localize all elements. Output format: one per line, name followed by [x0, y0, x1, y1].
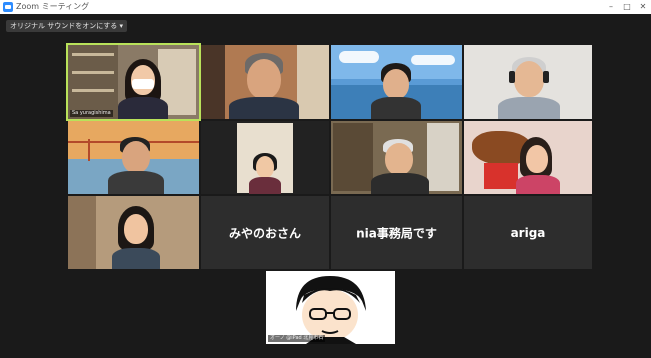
- participant-name: Sa yuragishima: [70, 110, 113, 117]
- cartoon-avatar-icon: [266, 271, 395, 344]
- video-tile-2[interactable]: [201, 45, 329, 119]
- video-tile-9[interactable]: [68, 196, 199, 269]
- video-tile-1[interactable]: Sa yuragishima: [68, 45, 199, 119]
- bookshelf: [68, 45, 118, 119]
- maximize-button[interactable]: □: [620, 1, 634, 13]
- video-tile-5[interactable]: [68, 121, 199, 194]
- minimize-button[interactable]: –: [604, 1, 618, 13]
- participant-name: ariga: [510, 225, 546, 240]
- zoom-logo-icon: [3, 2, 13, 12]
- original-sound-toggle[interactable]: オリジナル サウンドをオンにする ▾: [6, 20, 128, 32]
- headset-icon: [509, 71, 515, 83]
- participant-name: nia事務局です: [356, 226, 437, 240]
- video-tile-avatar[interactable]: オーノ @iPad 北見市石: [266, 271, 395, 344]
- participant-name: みやのおさん: [228, 226, 301, 240]
- name-tile-1[interactable]: みやのおさん: [201, 196, 329, 269]
- video-tile-8[interactable]: [464, 121, 592, 194]
- name-tile-3[interactable]: ariga: [464, 196, 592, 269]
- window-title: Zoom ミーティング: [16, 2, 90, 11]
- video-tile-7[interactable]: [331, 121, 462, 194]
- close-button[interactable]: ✕: [636, 1, 650, 13]
- name-tile-2[interactable]: nia事務局です: [331, 196, 462, 269]
- face-mask: [132, 79, 154, 89]
- video-tile-4[interactable]: [464, 45, 592, 119]
- video-tile-6[interactable]: [201, 121, 329, 194]
- video-tile-3[interactable]: [331, 45, 462, 119]
- window-titlebar: Zoom ミーティング – □ ✕: [0, 0, 651, 14]
- participant-name: オーノ @iPad 北見市石: [268, 335, 326, 342]
